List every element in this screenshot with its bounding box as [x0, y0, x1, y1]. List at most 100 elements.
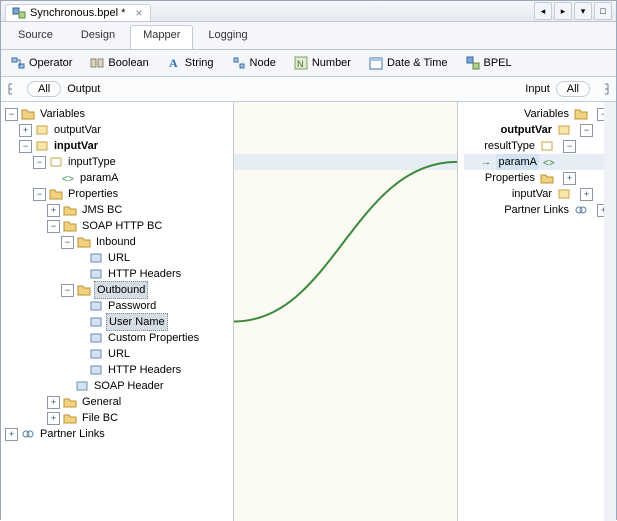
- tree-icon[interactable]: [596, 82, 610, 96]
- tree-node[interactable]: Outbound: [94, 281, 148, 299]
- links-icon: [574, 203, 588, 217]
- node-icon: [232, 56, 246, 70]
- collapse-icon[interactable]: −: [61, 236, 74, 249]
- tree-node[interactable]: Password: [106, 298, 158, 314]
- folder-icon: [63, 395, 77, 409]
- boolean-icon: [90, 56, 104, 70]
- tree-node[interactable]: Partner Links: [502, 202, 571, 218]
- boolean-button[interactable]: Boolean: [86, 54, 152, 72]
- bpel-button[interactable]: BPEL: [462, 54, 516, 72]
- node-button[interactable]: Node: [228, 54, 280, 72]
- tree-node[interactable]: Custom Properties: [106, 330, 201, 346]
- tree-node[interactable]: paramA: [78, 170, 121, 186]
- svg-text:<>: <>: [62, 174, 74, 185]
- tree-node[interactable]: URL: [106, 346, 132, 362]
- tree-node[interactable]: Inbound: [94, 234, 138, 250]
- expand-icon[interactable]: +: [47, 396, 60, 409]
- tree-node[interactable]: URL: [106, 250, 132, 266]
- element-icon: <>: [542, 155, 556, 169]
- operator-icon: [11, 56, 25, 70]
- collapse-icon[interactable]: −: [19, 140, 32, 153]
- prev-button[interactable]: ◂: [534, 2, 552, 20]
- tab-design[interactable]: Design: [68, 25, 128, 49]
- expand-icon[interactable]: +: [563, 172, 576, 185]
- expand-icon[interactable]: +: [47, 204, 60, 217]
- folder-open-icon: [49, 187, 63, 201]
- right-input-label[interactable]: Input: [525, 83, 549, 95]
- bpel-icon: [466, 56, 480, 70]
- collapse-icon[interactable]: −: [5, 108, 18, 121]
- number-button[interactable]: N Number: [290, 54, 355, 72]
- tree-node[interactable]: Variables: [522, 106, 571, 122]
- variable-icon: [557, 123, 571, 137]
- tree-node[interactable]: Properties: [66, 186, 120, 202]
- tree-node[interactable]: outputVar: [52, 122, 103, 138]
- number-icon: N: [294, 56, 308, 70]
- tree-node[interactable]: SOAP Header: [92, 378, 166, 394]
- svg-text:A: A: [169, 56, 178, 70]
- tab-source[interactable]: Source: [5, 25, 66, 49]
- arrow-icon: →: [480, 154, 491, 170]
- property-icon: [89, 315, 103, 329]
- folder-open-icon: [77, 235, 91, 249]
- string-button[interactable]: A String: [163, 54, 218, 72]
- tree-node[interactable]: SOAP HTTP BC: [80, 218, 164, 234]
- string-icon: A: [167, 56, 181, 70]
- next-button[interactable]: ▸: [554, 2, 572, 20]
- tree-node[interactable]: JMS BC: [80, 202, 124, 218]
- property-icon: [89, 299, 103, 313]
- tree-node[interactable]: File BC: [80, 410, 120, 426]
- calendar-icon: [369, 56, 383, 70]
- property-icon: [89, 347, 103, 361]
- tree-node[interactable]: inputVar: [510, 186, 554, 202]
- tree-node[interactable]: inputType: [66, 154, 118, 170]
- tree-node[interactable]: Variables: [38, 106, 87, 122]
- type-icon: [49, 155, 63, 169]
- expand-icon[interactable]: +: [580, 188, 593, 201]
- tree-node[interactable]: HTTP Headers: [106, 266, 183, 282]
- folder-icon: [63, 203, 77, 217]
- folder-icon: [574, 107, 588, 121]
- collapse-icon[interactable]: −: [47, 220, 60, 233]
- right-all-button[interactable]: All: [556, 81, 590, 97]
- tree-node[interactable]: Properties: [483, 170, 537, 186]
- tab-mapper[interactable]: Mapper: [130, 25, 193, 49]
- links-icon: [21, 427, 35, 441]
- tree-icon[interactable]: [7, 82, 21, 96]
- tree-node[interactable]: inputVar: [52, 138, 100, 154]
- collapse-icon[interactable]: −: [563, 140, 576, 153]
- scrollbar[interactable]: [604, 102, 616, 521]
- source-tree[interactable]: −Variables +outputVar −inputVar −inputTy…: [1, 102, 234, 521]
- left-output-label[interactable]: Output: [67, 83, 100, 95]
- tree-node[interactable]: Partner Links: [38, 426, 107, 442]
- close-icon[interactable]: ×: [133, 6, 144, 20]
- editor-tab[interactable]: Synchronous.bpel * ×: [5, 4, 151, 21]
- maximize-button[interactable]: □: [594, 2, 612, 20]
- folder-icon: [21, 107, 35, 121]
- target-tree[interactable]: Variables− outputVar− resultType− →param…: [458, 102, 616, 521]
- collapse-icon[interactable]: −: [33, 156, 46, 169]
- property-icon: [89, 331, 103, 345]
- expand-icon[interactable]: +: [19, 124, 32, 137]
- expand-icon[interactable]: +: [5, 428, 18, 441]
- left-all-button[interactable]: All: [27, 81, 61, 97]
- folder-open-icon: [77, 283, 91, 297]
- property-icon: [89, 363, 103, 377]
- mapping-canvas[interactable]: [234, 102, 458, 521]
- dropdown-button[interactable]: ▾: [574, 2, 592, 20]
- tree-node-username[interactable]: User Name: [106, 313, 168, 331]
- folder-icon: [540, 171, 554, 185]
- tree-node[interactable]: resultType: [482, 138, 537, 154]
- tree-node[interactable]: HTTP Headers: [106, 362, 183, 378]
- element-icon: <>: [61, 171, 75, 185]
- expand-icon[interactable]: +: [47, 412, 60, 425]
- tree-node[interactable]: outputVar: [499, 122, 554, 138]
- tree-node-paramA[interactable]: paramA: [496, 154, 539, 170]
- collapse-icon[interactable]: −: [33, 188, 46, 201]
- collapse-icon[interactable]: −: [61, 284, 74, 297]
- tree-node[interactable]: General: [80, 394, 123, 410]
- tab-logging[interactable]: Logging: [195, 25, 260, 49]
- collapse-icon[interactable]: −: [580, 124, 593, 137]
- operator-button[interactable]: Operator: [7, 54, 76, 72]
- datetime-button[interactable]: Date & Time: [365, 54, 452, 72]
